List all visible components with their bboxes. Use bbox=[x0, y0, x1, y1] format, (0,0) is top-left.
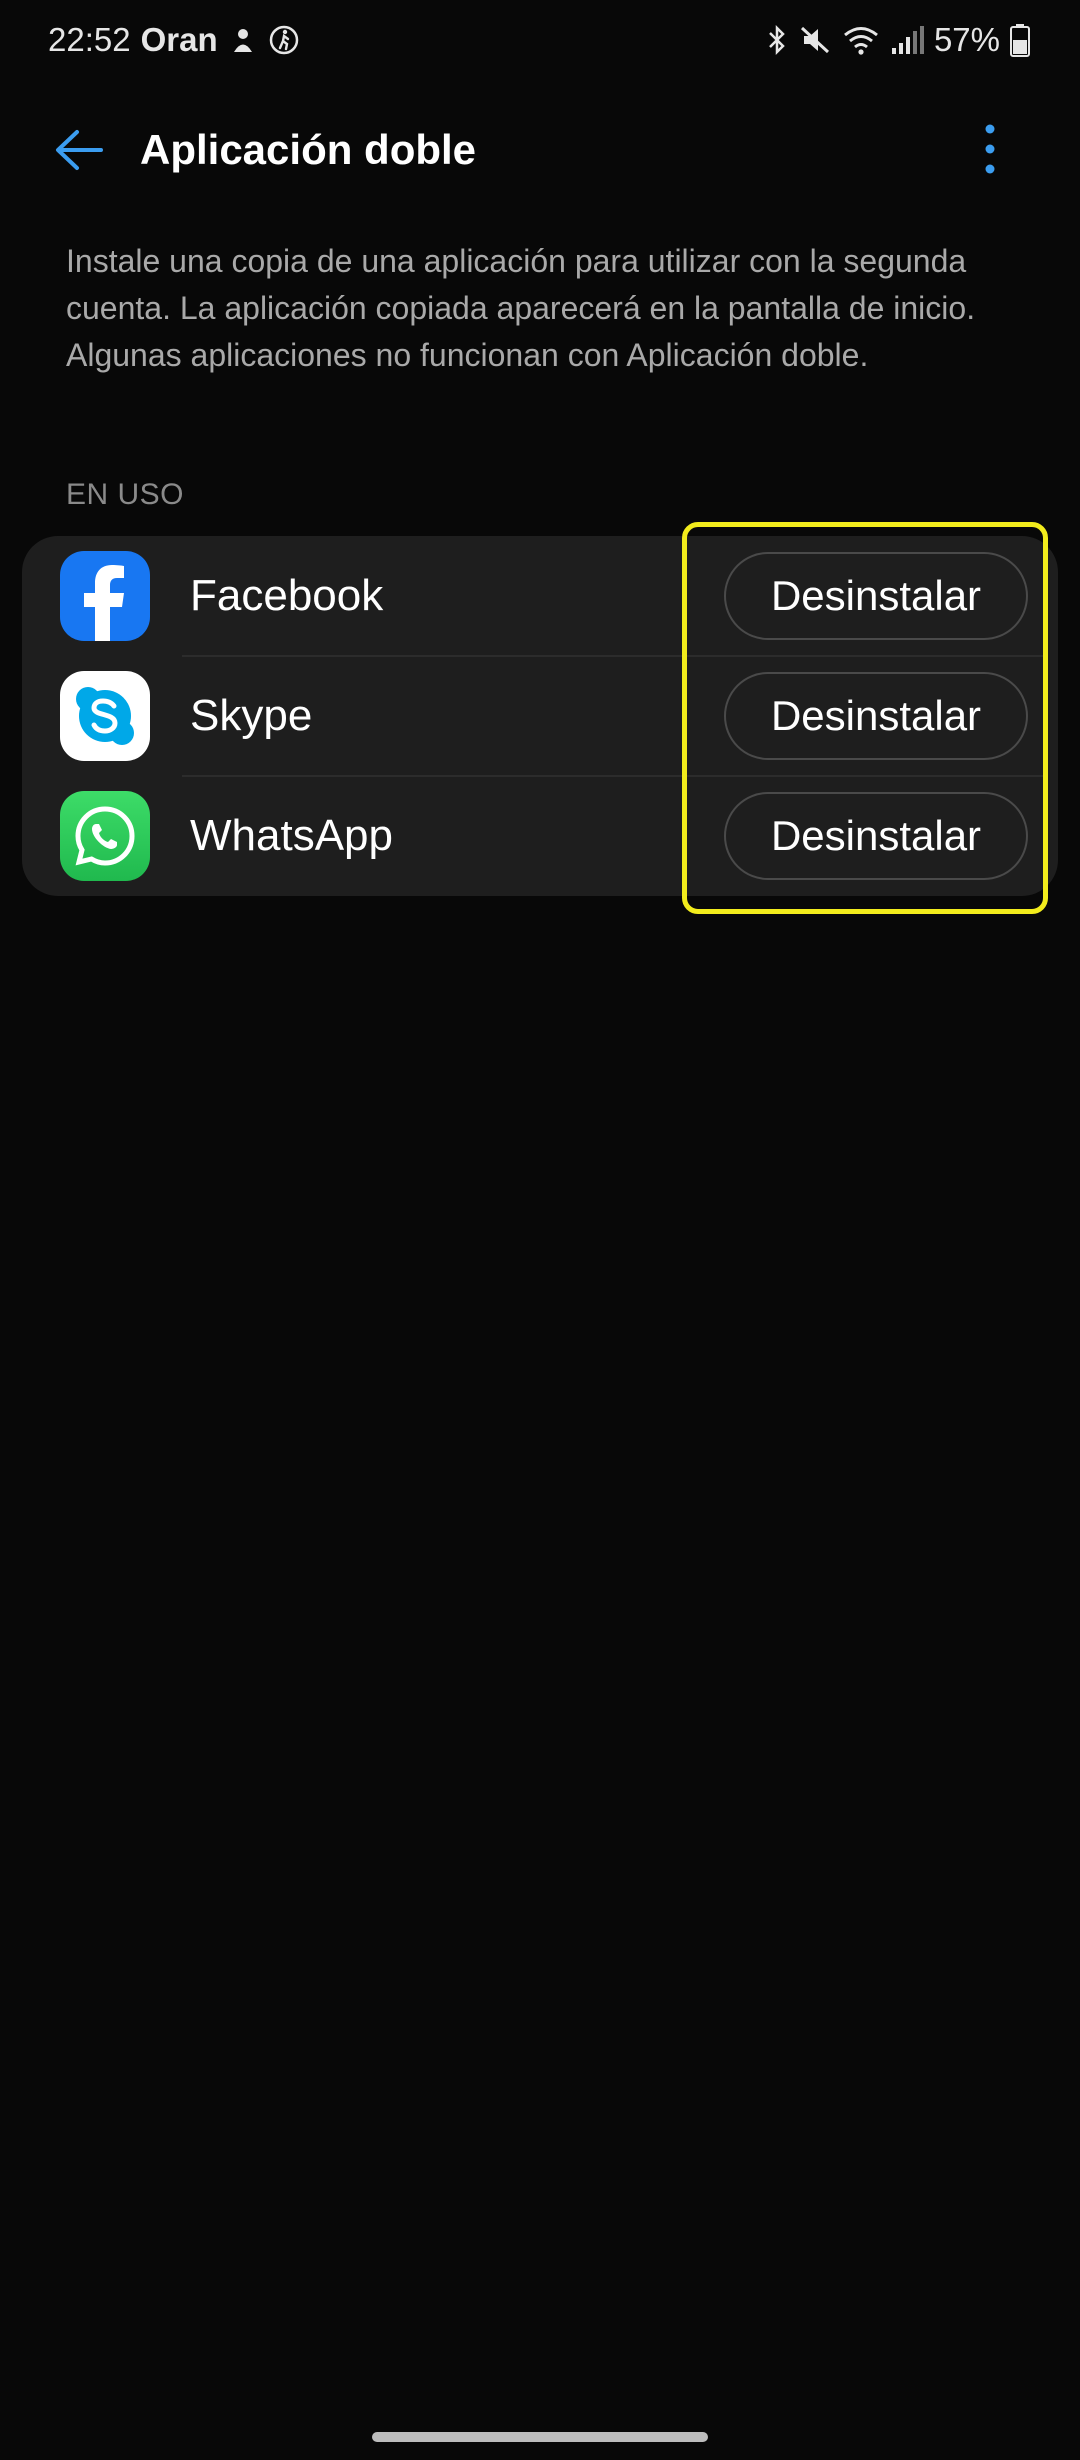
app-name: WhatsApp bbox=[190, 811, 393, 860]
battery-percent: 57% bbox=[933, 21, 1000, 58]
app-bar: Aplicación doble bbox=[0, 110, 1080, 192]
list-item-facebook: Facebook Desinstalar bbox=[22, 536, 1058, 656]
description-text: Instale una copia de una aplicación para… bbox=[66, 243, 976, 373]
more-vertical-icon bbox=[984, 123, 996, 180]
status-time: 22:52 bbox=[48, 21, 131, 58]
facebook-icon bbox=[60, 551, 150, 641]
page-title: Aplicación doble bbox=[140, 126, 477, 173]
bluetooth-icon bbox=[766, 24, 788, 56]
app-name: Facebook bbox=[190, 571, 384, 620]
uninstall-button-skype[interactable]: Desinstalar bbox=[724, 672, 1028, 760]
whatsapp-icon bbox=[60, 791, 150, 881]
wifi-icon bbox=[842, 24, 880, 56]
list-item-whatsapp: WhatsApp Desinstalar bbox=[22, 776, 1058, 896]
notification-icon bbox=[228, 25, 258, 55]
signal-icon bbox=[890, 24, 924, 56]
mute-icon bbox=[798, 24, 832, 56]
uninstall-button-whatsapp[interactable]: Desinstalar bbox=[724, 792, 1028, 880]
section-label: EN USO bbox=[66, 478, 185, 511]
back-button[interactable] bbox=[44, 122, 114, 182]
activity-icon bbox=[268, 24, 300, 56]
arrow-left-icon bbox=[53, 128, 105, 177]
skype-icon bbox=[60, 671, 150, 761]
battery-icon bbox=[1010, 23, 1030, 57]
more-options-button[interactable] bbox=[960, 120, 1020, 182]
status-bar: 22:52 Oran 57% bbox=[0, 0, 1080, 80]
status-carrier: Oran bbox=[140, 21, 218, 58]
home-indicator[interactable] bbox=[372, 2432, 708, 2442]
list-item-skype: Skype Desinstalar bbox=[22, 656, 1058, 776]
app-name: Skype bbox=[190, 691, 313, 740]
uninstall-button-facebook[interactable]: Desinstalar bbox=[724, 552, 1028, 640]
app-list-card: Facebook Desinstalar Skype Desinstalar W… bbox=[22, 536, 1058, 896]
